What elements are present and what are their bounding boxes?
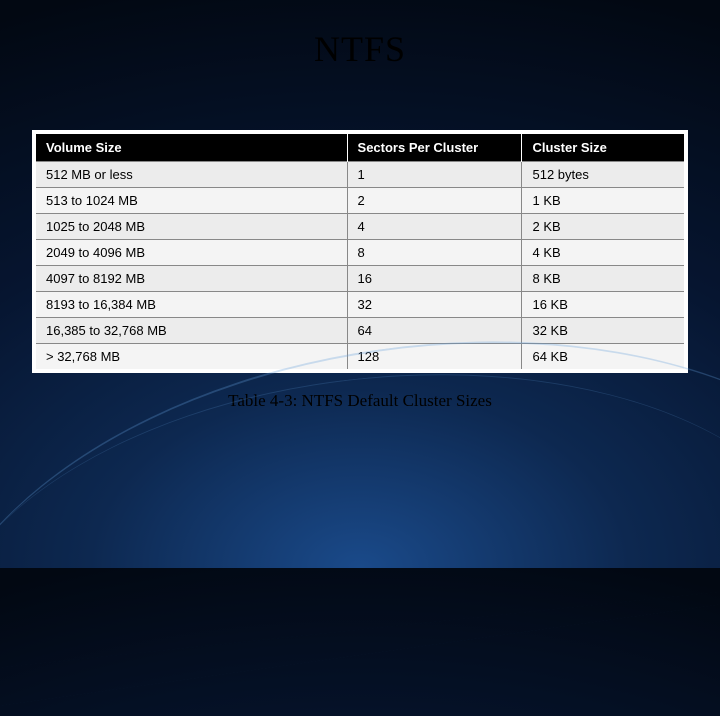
table-row: 1025 to 2048 MB 4 2 KB (36, 214, 684, 240)
table-header-row: Volume Size Sectors Per Cluster Cluster … (36, 134, 684, 162)
cell-sectors: 2 (347, 188, 522, 214)
cell-volume: 16,385 to 32,768 MB (36, 318, 347, 344)
cell-cluster: 32 KB (522, 318, 684, 344)
cell-volume: 2049 to 4096 MB (36, 240, 347, 266)
table-row: 4097 to 8192 MB 16 8 KB (36, 266, 684, 292)
slide-title: NTFS (0, 28, 720, 70)
cluster-size-table-container: Volume Size Sectors Per Cluster Cluster … (32, 130, 688, 373)
cell-sectors: 1 (347, 162, 522, 188)
cell-volume: 4097 to 8192 MB (36, 266, 347, 292)
cell-volume: 8193 to 16,384 MB (36, 292, 347, 318)
table-row: 512 MB or less 1 512 bytes (36, 162, 684, 188)
cell-cluster: 16 KB (522, 292, 684, 318)
cell-cluster: 8 KB (522, 266, 684, 292)
cell-sectors: 16 (347, 266, 522, 292)
table-row: 16,385 to 32,768 MB 64 32 KB (36, 318, 684, 344)
cluster-size-table: Volume Size Sectors Per Cluster Cluster … (36, 134, 684, 369)
table-row: 2049 to 4096 MB 8 4 KB (36, 240, 684, 266)
cell-cluster: 1 KB (522, 188, 684, 214)
cell-sectors: 128 (347, 344, 522, 370)
cell-sectors: 64 (347, 318, 522, 344)
table-row: 513 to 1024 MB 2 1 KB (36, 188, 684, 214)
cell-sectors: 4 (347, 214, 522, 240)
cell-cluster: 64 KB (522, 344, 684, 370)
table-row: 8193 to 16,384 MB 32 16 KB (36, 292, 684, 318)
table-caption: Table 4-3: NTFS Default Cluster Sizes (0, 391, 720, 411)
cell-cluster: 512 bytes (522, 162, 684, 188)
cell-sectors: 8 (347, 240, 522, 266)
cell-volume: > 32,768 MB (36, 344, 347, 370)
cell-cluster: 2 KB (522, 214, 684, 240)
cell-sectors: 32 (347, 292, 522, 318)
cell-volume: 513 to 1024 MB (36, 188, 347, 214)
cell-cluster: 4 KB (522, 240, 684, 266)
decorative-swoosh (0, 332, 720, 675)
cell-volume: 512 MB or less (36, 162, 347, 188)
cell-volume: 1025 to 2048 MB (36, 214, 347, 240)
header-sectors-per-cluster: Sectors Per Cluster (347, 134, 522, 162)
header-cluster-size: Cluster Size (522, 134, 684, 162)
table-row: > 32,768 MB 128 64 KB (36, 344, 684, 370)
header-volume-size: Volume Size (36, 134, 347, 162)
